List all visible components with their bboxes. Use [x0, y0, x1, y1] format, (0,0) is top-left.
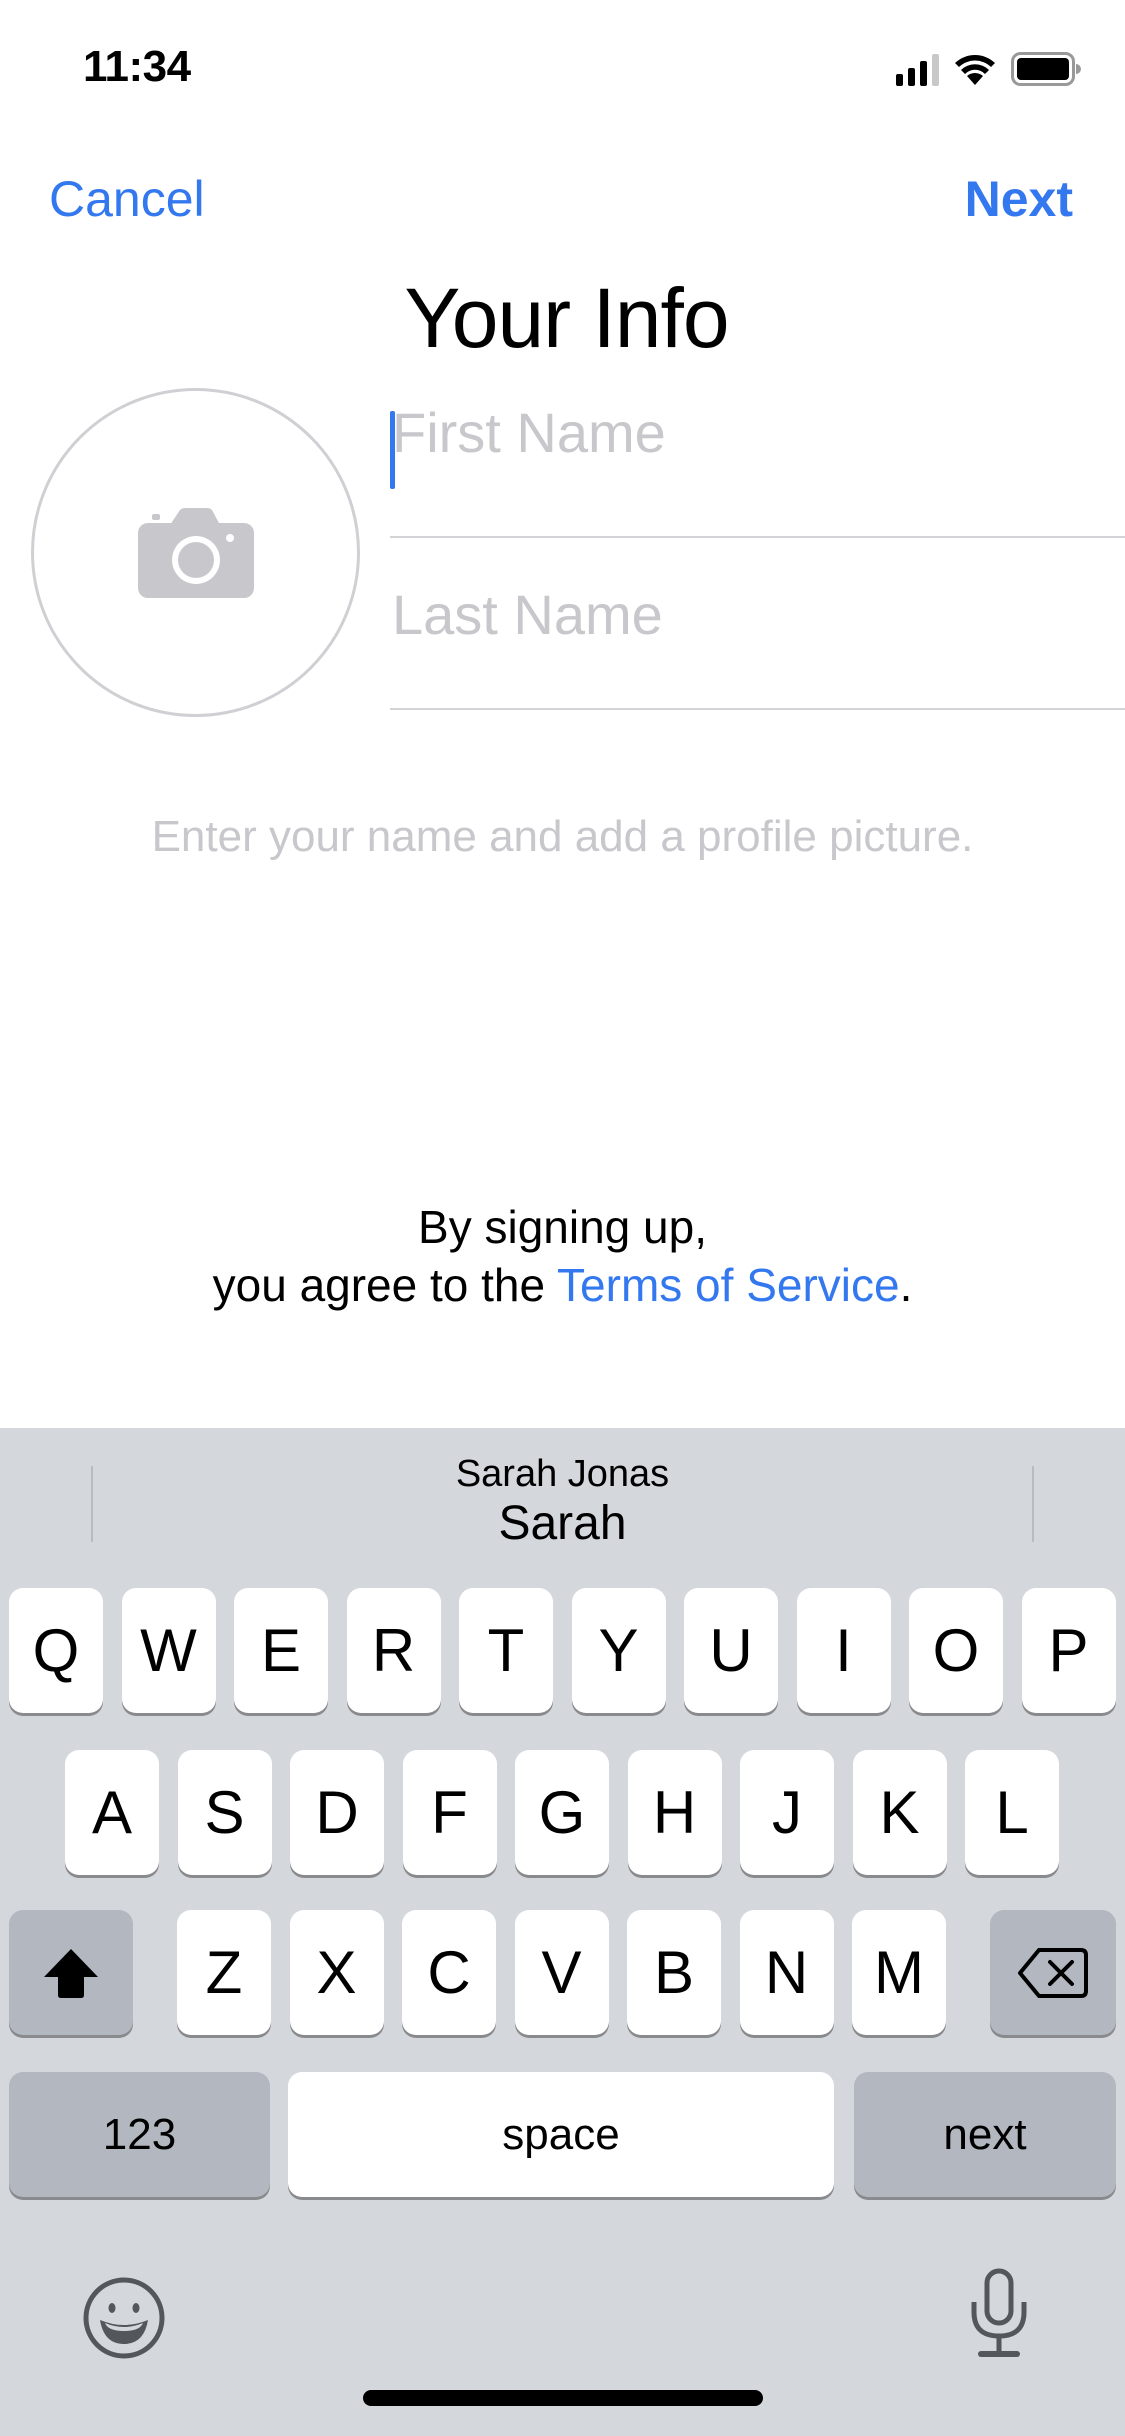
- key-t[interactable]: T: [459, 1588, 553, 1713]
- shift-arrow-icon: [44, 1948, 98, 1998]
- status-time: 11:34: [83, 42, 191, 91]
- home-indicator[interactable]: [363, 2390, 763, 2406]
- key-z[interactable]: Z: [177, 1910, 271, 2035]
- key-k[interactable]: K: [852, 1750, 947, 1875]
- terms-line-1: By signing up,: [418, 1201, 707, 1253]
- shift-key[interactable]: [9, 1910, 133, 2035]
- last-name-input[interactable]: [390, 530, 1125, 698]
- suggestion-primary: Sarah: [498, 1497, 627, 1550]
- terms-notice: By signing up, you agree to the Terms of…: [0, 1198, 1125, 1314]
- wifi-icon: [955, 55, 995, 85]
- microphone-icon[interactable]: [968, 2268, 1030, 2360]
- profile-photo-button[interactable]: [31, 388, 360, 717]
- key-w[interactable]: W: [121, 1588, 216, 1713]
- key-h[interactable]: H: [627, 1750, 722, 1875]
- delete-key[interactable]: [990, 1910, 1116, 2035]
- key-i[interactable]: I: [796, 1588, 891, 1713]
- key-l[interactable]: L: [965, 1750, 1059, 1875]
- key-n[interactable]: N: [739, 1910, 834, 2035]
- keyboard: Sarah Jonas Sarah QWERTYUIOP ASDFGHJKL Z…: [0, 1428, 1125, 2436]
- first-name-field-container: [390, 358, 1125, 538]
- text-cursor: [390, 411, 395, 489]
- key-a[interactable]: A: [65, 1750, 159, 1875]
- key-c[interactable]: C: [402, 1910, 496, 2035]
- key-m[interactable]: M: [852, 1910, 946, 2035]
- cellular-signal-icon: [896, 54, 939, 86]
- next-button[interactable]: Next: [965, 170, 1073, 228]
- camera-icon: [137, 507, 254, 598]
- key-o[interactable]: O: [909, 1588, 1003, 1713]
- predictive-bar: Sarah Jonas Sarah: [0, 1428, 1125, 1568]
- backspace-icon: [1018, 1947, 1088, 1998]
- emoji-icon[interactable]: [82, 2276, 166, 2360]
- key-r[interactable]: R: [346, 1588, 441, 1713]
- space-key[interactable]: space: [288, 2072, 834, 2197]
- status-icons: [896, 52, 1081, 86]
- terms-prefix: you agree to the: [212, 1259, 558, 1311]
- key-j[interactable]: J: [740, 1750, 834, 1875]
- terms-line-2: you agree to the Terms of Service.: [0, 1256, 1125, 1314]
- key-d[interactable]: D: [290, 1750, 384, 1875]
- key-g[interactable]: G: [515, 1750, 609, 1875]
- predictive-suggestion[interactable]: Sarah Jonas Sarah: [0, 1452, 1125, 1552]
- key-y[interactable]: Y: [571, 1588, 666, 1713]
- page-title: Your Info: [404, 271, 729, 365]
- next-return-key[interactable]: next: [854, 2072, 1116, 2197]
- key-q[interactable]: Q: [9, 1588, 103, 1713]
- key-b[interactable]: B: [627, 1910, 721, 2035]
- suggestion-secondary: Sarah Jonas: [455, 1453, 670, 1495]
- key-v[interactable]: V: [514, 1910, 609, 2035]
- status-bar: 11:34: [0, 0, 1125, 132]
- key-f[interactable]: F: [402, 1750, 497, 1875]
- key-u[interactable]: U: [684, 1588, 778, 1713]
- terms-suffix: .: [899, 1259, 913, 1311]
- battery-icon: [1011, 52, 1081, 86]
- key-p[interactable]: P: [1021, 1588, 1116, 1713]
- key-e[interactable]: E: [234, 1588, 328, 1713]
- last-name-field-container: [390, 530, 1125, 710]
- first-name-input[interactable]: [390, 358, 1125, 506]
- numbers-key[interactable]: 123: [9, 2072, 270, 2197]
- terms-of-service-link[interactable]: Terms of Service: [557, 1259, 900, 1311]
- cancel-button[interactable]: Cancel: [49, 170, 205, 228]
- key-x[interactable]: X: [289, 1910, 384, 2035]
- key-s[interactable]: S: [177, 1750, 272, 1875]
- hint-text: Enter your name and add a profile pictur…: [151, 812, 974, 861]
